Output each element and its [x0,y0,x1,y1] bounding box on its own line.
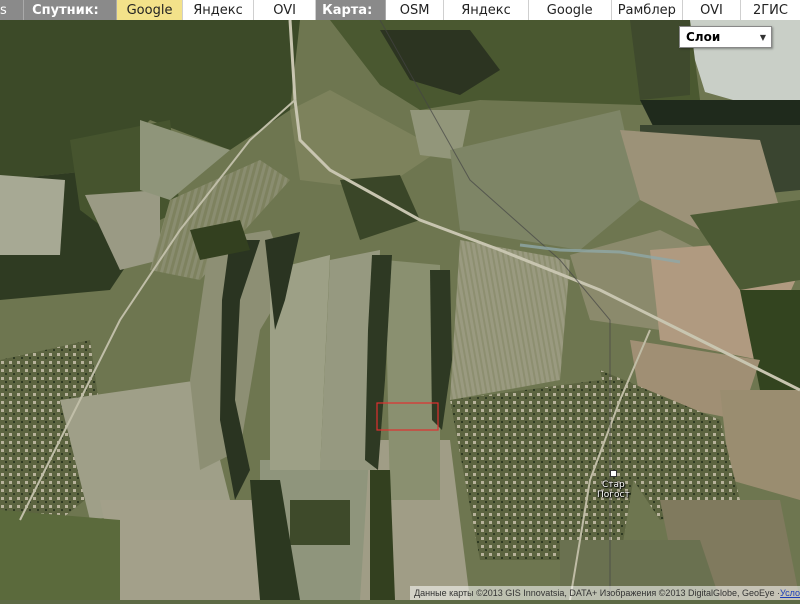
map-osm-tab[interactable]: OSM [386,0,445,20]
satellite-yandex-tab[interactable]: Яндекс [182,0,255,20]
place-name-line1: Стар [601,480,625,490]
tab-label: Google [126,2,173,18]
map-attribution: Данные карты ©2013 GIS Innovatsia, DATA+… [410,586,800,600]
attribution-text: Данные карты ©2013 GIS Innovatsia, DATA+… [414,588,781,598]
map-ovi-tab[interactable]: OVI [682,0,742,20]
tab-label: Рамблер [617,2,676,18]
satellite-label-text: Спутник: [32,2,99,18]
tab-label: Яндекс [193,2,243,18]
tab-label: Яндекс [461,2,511,18]
satellite-ovi-tab[interactable]: OVI [254,0,317,20]
tab-label: OSM [399,2,430,18]
place-marker-icon [609,470,617,477]
tab-label: OVI [273,2,296,18]
map-rambler-tab[interactable]: Рамблер [611,0,683,20]
cut-off-label: s [0,0,25,20]
terms-link[interactable]: Усло [780,588,800,598]
satellite-google-tab[interactable]: Google [117,0,183,20]
map-yandex-tab[interactable]: Яндекс [444,0,529,20]
map-google-tab[interactable]: Google [528,0,612,20]
layers-dropdown[interactable]: Слои ▼ [679,26,772,48]
satellite-map[interactable] [0,0,800,601]
tab-label: Google [546,2,593,18]
map-label: Карта: [316,0,387,20]
chevron-down-icon: ▼ [759,32,767,42]
layers-label: Слои [686,30,721,44]
satellite-imagery [0,0,800,601]
map-label-text: Карта: [322,2,373,18]
place-name-line2: Погост [597,490,630,500]
map-type-bar: s Спутник: Google Яндекс OVI Карта: OSM … [0,0,800,20]
place-label[interactable]: Стар Погост [597,470,630,500]
tab-label: OVI [700,2,723,18]
map-2gis-tab[interactable]: 2ГИС [741,0,800,20]
edge-text: s [0,2,7,18]
satellite-label: Спутник: [24,0,118,20]
tab-label: 2ГИС [752,2,788,18]
